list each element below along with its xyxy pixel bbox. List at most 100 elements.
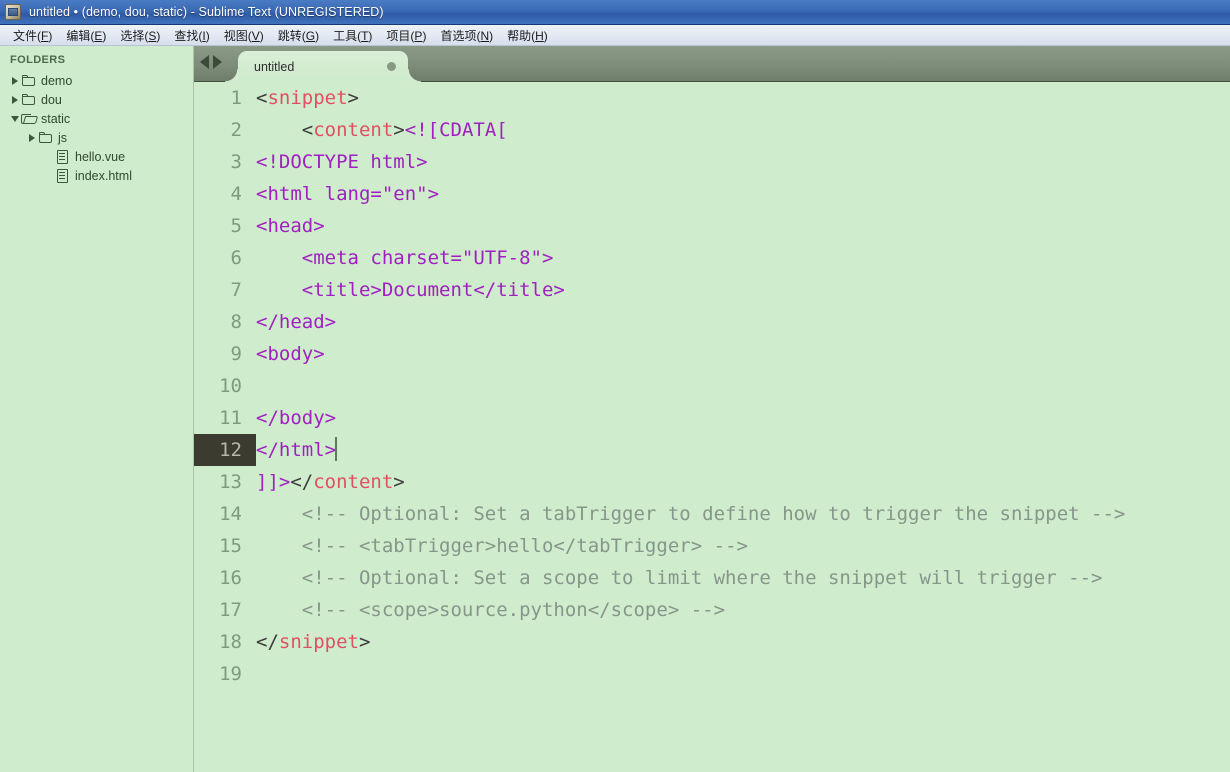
token-br: < <box>256 87 268 109</box>
tree-item-dou[interactable]: dou <box>0 90 193 109</box>
code-line[interactable]: 18 </snippet> <box>194 626 1230 658</box>
sublime-app-icon <box>5 4 21 20</box>
menu-item-9[interactable]: 首选项(N) <box>433 25 500 46</box>
code-line[interactable]: 19 <box>194 658 1230 690</box>
menu-item-2[interactable]: 编辑(E) <box>59 25 113 46</box>
line-number: 5 <box>230 215 242 237</box>
menu-item-7[interactable]: 工具(T) <box>326 25 379 46</box>
code-text: </head> <box>256 306 1230 338</box>
menu-item-1[interactable]: 文件(F) <box>6 25 59 46</box>
code-line[interactable]: 10 <box>194 370 1230 402</box>
code-line[interactable]: 8 </head> <box>194 306 1230 338</box>
token-cmt: <!-- <tabTrigger>hello</tabTrigger> --> <box>256 535 748 557</box>
code-text: <snippet> <box>256 82 1230 114</box>
chevron-right-icon[interactable] <box>8 95 21 104</box>
token-plain: <body> <box>256 343 325 365</box>
chevron-right-icon[interactable] <box>25 133 38 142</box>
code-line[interactable]: 7 <title>Document</title> <box>194 274 1230 306</box>
code-line[interactable]: 14 <!-- Optional: Set a tabTrigger to de… <box>194 498 1230 530</box>
code-line[interactable]: 4 <html lang="en"> <box>194 178 1230 210</box>
code-line[interactable]: 2 <content><![CDATA[ <box>194 114 1230 146</box>
token-plain: </html> <box>256 439 337 461</box>
menu-item-10[interactable]: 帮助(H) <box>500 25 555 46</box>
line-number: 4 <box>230 183 242 205</box>
tab-nav-arrows <box>200 55 222 69</box>
text-caret <box>335 437 338 461</box>
tree-item-demo[interactable]: demo <box>0 71 193 90</box>
tree-item-label: hello.vue <box>75 149 126 164</box>
token-br: </ <box>256 631 279 653</box>
menu-item-6[interactable]: 跳转(G) <box>271 25 326 46</box>
code-text: <head> <box>256 210 1230 242</box>
previous-tab-arrow-icon[interactable] <box>200 55 209 69</box>
tree-item-label: dou <box>41 92 62 107</box>
token-plain: ]]> <box>256 471 291 493</box>
token-cmt: <!-- <scope>source.python</scope> --> <box>256 599 726 621</box>
line-number: 18 <box>219 631 242 653</box>
code-editor[interactable]: 1 <snippet> 2 <content><![CDATA[3 <!DOCTYPE… <box>194 82 1230 772</box>
line-number: 2 <box>230 119 242 141</box>
menu-bar: 文件(F) 编辑(E) 选择(S) 查找(I) 视图(V) 跳转(G) 工具(T) 项目(P)… <box>0 25 1230 46</box>
code-line[interactable]: 15 <!-- <tabTrigger>hello</tabTrigger> -… <box>194 530 1230 562</box>
code-line[interactable]: 6 <meta charset="UTF-8"> <box>194 242 1230 274</box>
code-line[interactable]: 11 </body> <box>194 402 1230 434</box>
file-icon <box>55 168 72 183</box>
code-line[interactable]: 5 <head> <box>194 210 1230 242</box>
code-line[interactable]: 13]]></content> <box>194 466 1230 498</box>
chevron-down-icon[interactable] <box>8 115 21 122</box>
code-line[interactable]: 16 <!-- Optional: Set a scope to limit w… <box>194 562 1230 594</box>
next-tab-arrow-icon[interactable] <box>213 55 222 69</box>
token-tag: snippet <box>267 87 348 109</box>
file-icon <box>55 149 72 164</box>
token-plain: <meta charset="UTF-8"> <box>256 247 554 269</box>
tree-item-static[interactable]: static <box>0 109 193 128</box>
token-br: < <box>256 119 314 141</box>
code-line[interactable]: 17 <!-- <scope>source.python</scope> --> <box>194 594 1230 626</box>
sidebar-folders-panel: FOLDERS demo dou static js hello.vue index.ht… <box>0 46 193 772</box>
tab-untitled[interactable]: untitled <box>225 51 421 82</box>
tree-item-label: js <box>58 130 68 145</box>
tree-item-label: static <box>41 111 71 126</box>
line-number: 8 <box>230 311 242 333</box>
code-text: <body> <box>256 338 1230 370</box>
menu-item-5[interactable]: 视图(V) <box>217 25 271 46</box>
folder-icon <box>21 74 38 88</box>
code-text: <!-- <scope>source.python</scope> --> <box>256 594 1230 626</box>
code-text: <content><![CDATA[ <box>256 114 1230 146</box>
code-text: <meta charset="UTF-8"> <box>256 242 1230 274</box>
line-number: 10 <box>219 375 242 397</box>
token-br: > <box>393 119 405 141</box>
chevron-right-icon[interactable] <box>8 76 21 85</box>
line-number: 19 <box>219 663 242 685</box>
token-plain: </head> <box>256 311 337 333</box>
code-line[interactable]: 3 <!DOCTYPE html> <box>194 146 1230 178</box>
code-text: <!-- Optional: Set a tabTrigger to defin… <box>256 498 1230 530</box>
token-br: > <box>393 471 405 493</box>
code-line[interactable]: 9 <body> <box>194 338 1230 370</box>
code-line[interactable]: 1 <snippet> <box>194 82 1230 114</box>
code-text: <!-- Optional: Set a scope to limit wher… <box>256 562 1230 594</box>
tree-item-index-html[interactable]: index.html <box>0 166 193 185</box>
menu-item-4[interactable]: 查找(I) <box>167 25 216 46</box>
folder-open-icon <box>21 112 38 126</box>
tab-unsaved-dot-icon[interactable] <box>387 62 396 71</box>
code-text: <!DOCTYPE html> <box>256 146 1230 178</box>
menu-item-8[interactable]: 项目(P) <box>379 25 433 46</box>
tree-item-label: index.html <box>75 168 132 183</box>
token-tag: snippet <box>278 631 359 653</box>
token-plain: </body> <box>256 407 337 429</box>
token-br: > <box>358 631 371 653</box>
code-text: </html> <box>256 434 1230 466</box>
code-text: <title>Document</title> <box>256 274 1230 306</box>
token-plain: <head> <box>256 215 325 237</box>
code-text: ]]></content> <box>256 466 1230 498</box>
tree-item-js[interactable]: js <box>0 128 193 147</box>
code-line[interactable]: 12 </html> <box>194 434 1230 466</box>
menu-item-3[interactable]: 选择(S) <box>113 25 167 46</box>
line-number: 9 <box>230 343 242 365</box>
line-number: 12 <box>194 434 256 466</box>
token-plain: <html lang="en"> <box>256 183 440 205</box>
tree-item-hello-vue[interactable]: hello.vue <box>0 147 193 166</box>
